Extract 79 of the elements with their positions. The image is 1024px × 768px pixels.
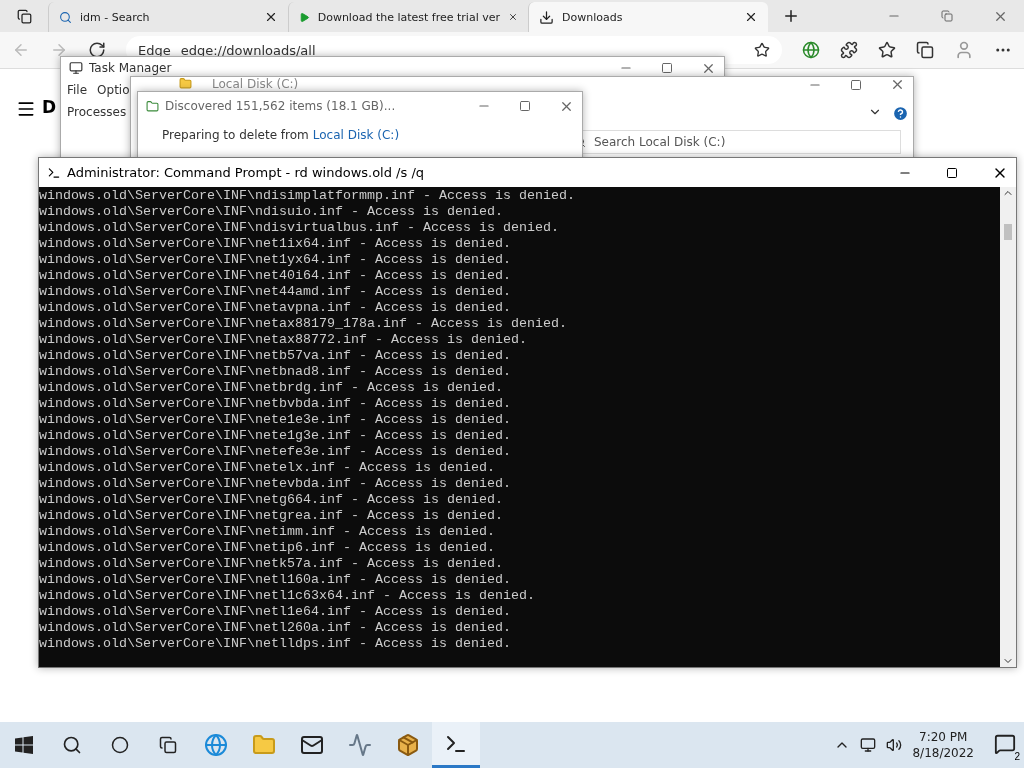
extensions-icon[interactable]	[840, 41, 858, 59]
window-title: Task Manager	[89, 61, 172, 75]
console-line: windows.old\ServerCore\INF\nete1g3e.inf - Access is denied.	[39, 428, 512, 444]
console-line: windows.old\ServerCore\INF\netip6.inf - Access is denied.	[39, 540, 496, 556]
close-icon[interactable]	[744, 10, 758, 24]
maximize-icon[interactable]	[661, 62, 673, 74]
delete-progress-icon	[146, 99, 159, 113]
menu-item[interactable]: Optio	[97, 83, 130, 97]
console-line: windows.old\ServerCore\INF\netimm.inf - Access is denied.	[39, 524, 496, 540]
folder-icon	[179, 77, 192, 90]
window-title: Administrator: Command Prompt - rd windows.old /s /q	[67, 165, 425, 180]
menu-item[interactable]: File	[67, 83, 88, 97]
console-line: windows.old\ServerCore\INF\netlldps.inf - Access is denied.	[39, 636, 512, 652]
console-line: windows.old\ServerCore\INF\netelx.inf - Access is denied.	[39, 460, 496, 476]
task-view-icon	[159, 736, 177, 754]
restore-icon[interactable]	[941, 10, 953, 22]
close-icon[interactable]	[264, 10, 278, 24]
refresh-icon[interactable]	[88, 41, 106, 59]
globe-icon[interactable]	[802, 41, 820, 59]
favorites-icon[interactable]	[878, 41, 896, 59]
browser-tab[interactable]: Downloads	[528, 2, 768, 32]
dialog-title: Discovered 151,562 items (18.1 GB)...	[165, 99, 396, 113]
address-prefix: Edge	[138, 42, 171, 58]
console-line: windows.old\ServerCore\INF\net40i64.inf - Access is denied.	[39, 268, 512, 284]
browser-icon	[204, 733, 228, 757]
terminal-icon	[47, 165, 61, 180]
network-icon[interactable]	[860, 737, 877, 753]
console-line: windows.old\ServerCore\INF\ndisimplatformmp.inf - Access is denied.	[39, 188, 576, 204]
console-line: windows.old\ServerCore\INF\netax88772.inf - Access is denied.	[39, 332, 528, 348]
console-line: windows.old\ServerCore\INF\netl160a.inf - Access is denied.	[39, 572, 512, 588]
console-line: windows.old\ServerCore\INF\netgrea.inf - Access is denied.	[39, 508, 504, 524]
mail-icon	[300, 733, 324, 757]
collections-icon[interactable]	[916, 41, 934, 59]
favorite-icon[interactable]	[754, 42, 770, 58]
console-line: windows.old\ServerCore\INF\netavpna.inf - Access is denied.	[39, 300, 512, 316]
console-line: windows.old\ServerCore\INF\net1yx64.inf - Access is denied.	[39, 252, 512, 268]
task-manager-icon	[69, 61, 83, 75]
console-line: windows.old\ServerCore\INF\netbrdg.inf - Access is denied.	[39, 380, 504, 396]
console-line: windows.old\ServerCore\INF\netefe3e.inf - Access is denied.	[39, 444, 512, 460]
box-icon	[396, 733, 420, 757]
clock-date: 8/18/2022	[912, 746, 974, 760]
processes-tab[interactable]: Processes	[67, 105, 127, 119]
search-placeholder: Search Local Disk (C:)	[594, 135, 726, 149]
page-heading: D	[42, 99, 57, 116]
console-line: windows.old\ServerCore\INF\netk57a.inf - Access is denied.	[39, 556, 504, 572]
window-title: Local Disk (C:)	[212, 77, 299, 91]
folder-icon	[252, 733, 276, 757]
download-icon	[539, 9, 554, 25]
notification-count: 2	[1014, 750, 1020, 762]
maximize-icon[interactable]	[946, 166, 958, 179]
console-line: windows.old\ServerCore\INF\netb57va.inf - Access is denied.	[39, 348, 512, 364]
new-tab-icon[interactable]	[782, 7, 800, 25]
console-line: windows.old\ServerCore\INF\netl1c63x64.inf - Access is denied.	[39, 588, 536, 604]
profile-icon[interactable]	[954, 40, 974, 60]
scroll-thumb[interactable]	[1004, 224, 1012, 240]
clock-time: 7:20 PM	[919, 730, 968, 744]
console-line: windows.old\ServerCore\INF\netevbda.inf - Access is denied.	[39, 476, 512, 492]
console-line: windows.old\ServerCore\INF\netl1e64.inf - Access is denied.	[39, 604, 512, 620]
console-line: windows.old\ServerCore\INF\netl260a.inf - Access is denied.	[39, 620, 512, 636]
speaker-icon[interactable]	[886, 737, 903, 753]
location-link[interactable]: Local Disk (C:)	[312, 128, 400, 142]
tab-actions-icon[interactable]	[16, 8, 32, 24]
dialog-text: Preparing to delete from	[162, 128, 309, 142]
console-line: windows.old\ServerCore\INF\netbvbda.inf - Access is denied.	[39, 396, 512, 412]
console-line: windows.old\ServerCore\INF\net1ix64.inf - Access is denied.	[39, 236, 512, 252]
console-line: windows.old\ServerCore\INF\ndisvirtualbus.inf - Access is denied.	[39, 220, 560, 236]
windows-logo-icon	[15, 736, 33, 754]
address-text: edge://downloads/all	[180, 42, 316, 58]
taskbar-app[interactable]	[432, 722, 480, 768]
circle-icon	[111, 736, 129, 754]
console-line: windows.old\ServerCore\INF\netbnad8.inf - Access is denied.	[39, 364, 512, 380]
console-line: windows.old\ServerCore\INF\netax88179_178a.inf - Access is denied.	[39, 316, 568, 332]
menu-icon[interactable]	[16, 99, 36, 119]
help-icon[interactable]	[892, 105, 909, 122]
console-line: windows.old\ServerCore\INF\ndisuio.inf - Access is denied.	[39, 204, 504, 220]
chart-icon	[348, 733, 372, 757]
console-line: windows.old\ServerCore\INF\nete1e3e.inf - Access is denied.	[39, 412, 512, 428]
console-line: windows.old\ServerCore\INF\net44amd.inf - Access is denied.	[39, 284, 512, 300]
console-line: windows.old\ServerCore\INF\netg664.inf - Access is denied.	[39, 492, 504, 508]
